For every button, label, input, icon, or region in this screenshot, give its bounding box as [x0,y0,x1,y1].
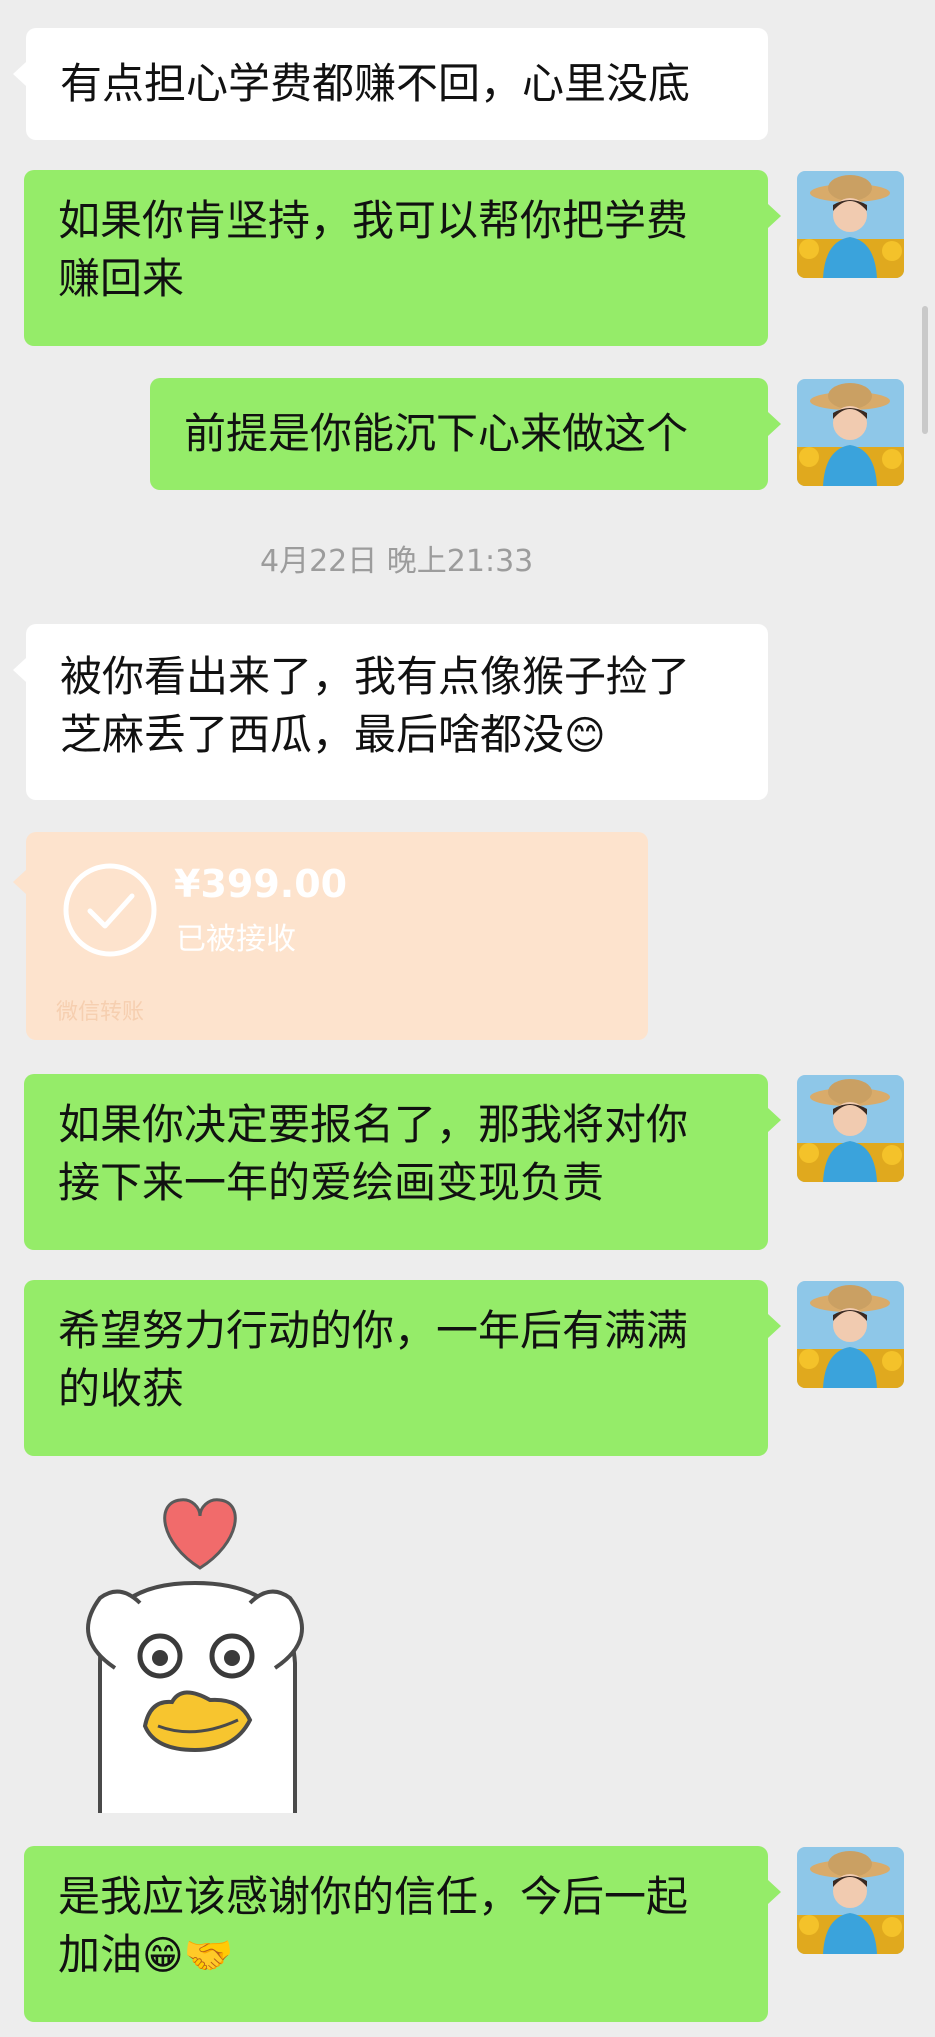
avatar[interactable] [797,1281,904,1388]
smile-emoji-icon: 😊 [564,713,606,759]
avatar-icon [797,1075,904,1182]
avatar-icon [797,1281,904,1388]
avatar-icon [797,1847,904,1954]
avatar[interactable] [797,379,904,486]
message-bubble-me[interactable]: 前提是你能沉下心来做这个 [150,378,781,490]
message-bubble-contact[interactable]: 被你看出来了，我有点像猴子捡了 芝麻丢了西瓜，最后啥都没😊 [13,624,768,800]
message-text-line: 接下来一年的爱绘画变现负责 [58,1158,605,1207]
avatar[interactable] [797,171,904,278]
message-text-line: 如果你肯坚持，我可以帮你把学费 [58,196,689,245]
message-text-line: 如果你决定要报名了，那我将对你 [58,1100,689,1149]
grin-handshake-emoji-icon: 😁🤝 [142,1933,234,1979]
transfer-amount: ¥399.00 [174,862,348,906]
avatar-icon [797,379,904,486]
message-text-line: 希望努力行动的你，一年后有满满 [58,1306,689,1355]
avatar-icon [797,171,904,278]
message-text-line: 加油 [58,1930,143,1979]
message-text-line: 赚回来 [58,254,185,303]
message-bubble-me[interactable]: 希望努力行动的你，一年后有满满 的收获 [24,1280,781,1456]
message-bubble-me[interactable]: 如果你决定要报名了，那我将对你 接下来一年的爱绘画变现负责 [24,1074,781,1250]
message-bubble-me[interactable]: 是我应该感谢你的信任，今后一起 加油😁🤝 [24,1846,781,2022]
message-text-line: 芝麻丢了西瓜，最后啥都没 [60,710,565,759]
duck-heart-sticker-icon[interactable] [60,1488,330,1818]
transfer-card[interactable]: ¥399.00 已被接收 微信转账 [13,832,648,1040]
message-bubble-me[interactable]: 如果你肯坚持，我可以帮你把学费 赚回来 [24,170,781,346]
check-circle-icon [63,863,157,957]
message-text-line: 的收获 [58,1364,185,1413]
transfer-status: 已被接收 [176,922,296,957]
transfer-footer: 微信转账 [56,1000,145,1025]
message-bubble-contact[interactable]: 有点担心学费都赚不回，心里没底 [13,28,768,140]
avatar[interactable] [797,1075,904,1182]
message-text: 有点担心学费都赚不回，心里没底 [60,59,691,108]
message-text-line: 是我应该感谢你的信任，今后一起 [58,1872,689,1921]
message-text: 前提是你能沉下心来做这个 [184,409,689,458]
avatar[interactable] [797,1847,904,1954]
scrollbar[interactable] [922,306,928,434]
message-text-line: 被你看出来了，我有点像猴子捡了 [60,652,691,701]
